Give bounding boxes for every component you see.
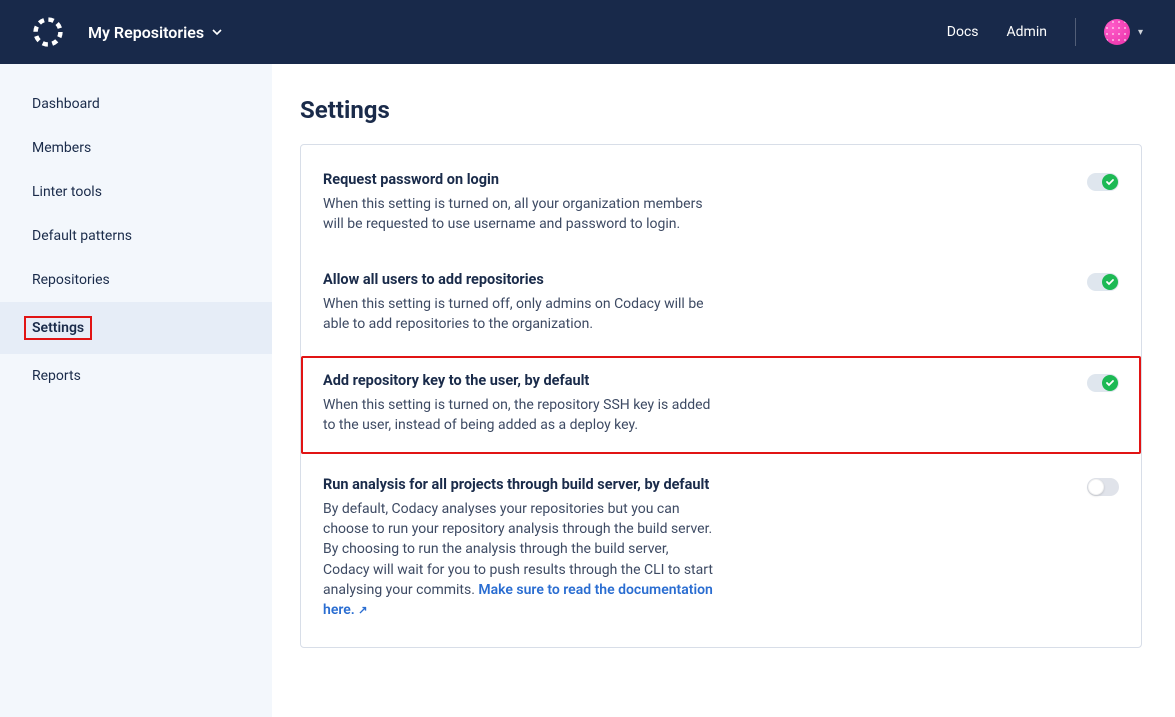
setting-body: Run analysis for all projects through bu…: [323, 476, 713, 621]
nav-docs-link[interactable]: Docs: [947, 24, 979, 40]
sidebar-item-repositories[interactable]: Repositories: [0, 258, 272, 302]
setting-description: When this setting is turned off, only ad…: [323, 294, 713, 335]
sidebar-item-members[interactable]: Members: [0, 126, 272, 170]
topbar-divider: [1075, 18, 1076, 46]
setting-allow-add-repos: Allow all users to add repositories When…: [301, 253, 1141, 353]
sidebar-item-label: Settings: [24, 316, 92, 340]
repo-switcher-label: My Repositories: [88, 23, 204, 42]
check-icon: [1105, 378, 1115, 388]
setting-build-server: Run analysis for all projects through bu…: [301, 458, 1141, 639]
setting-title: Request password on login: [323, 171, 713, 188]
page-title: Settings: [300, 96, 1147, 124]
nav-admin-link[interactable]: Admin: [1007, 24, 1047, 40]
setting-repo-key-highlighted: Add repository key to the user, by defau…: [301, 356, 1141, 454]
chevron-down-icon: ▾: [1138, 27, 1143, 38]
avatar-icon: [1104, 19, 1130, 45]
topbar-right: Docs Admin ▾: [947, 18, 1143, 46]
setting-title: Run analysis for all projects through bu…: [323, 476, 713, 493]
sidebar-item-linter-tools[interactable]: Linter tools: [0, 170, 272, 214]
sidebar-item-dashboard[interactable]: Dashboard: [0, 82, 272, 126]
toggle-knob: [1102, 375, 1118, 391]
external-link-icon: ↗: [358, 604, 367, 617]
user-menu[interactable]: ▾: [1104, 19, 1143, 45]
setting-title: Allow all users to add repositories: [323, 271, 713, 288]
setting-description: When this setting is turned on, the repo…: [323, 395, 713, 436]
toggle-build-server[interactable]: [1087, 478, 1119, 496]
sidebar-item-reports[interactable]: Reports: [0, 354, 272, 398]
setting-body: Allow all users to add repositories When…: [323, 271, 713, 335]
setting-body: Request password on login When this sett…: [323, 171, 713, 235]
toggle-knob: [1102, 174, 1118, 190]
toggle-allow-add-repos[interactable]: [1087, 273, 1119, 291]
check-icon: [1105, 277, 1115, 287]
setting-description: When this setting is turned on, all your…: [323, 194, 713, 235]
repo-switcher[interactable]: My Repositories: [88, 23, 222, 42]
toggle-request-password[interactable]: [1087, 173, 1119, 191]
toggle-knob: [1102, 274, 1118, 290]
main-content: Settings Request password on login When …: [272, 64, 1175, 717]
setting-body: Add repository key to the user, by defau…: [323, 372, 713, 436]
topbar-left: My Repositories: [32, 16, 222, 48]
settings-card: Request password on login When this sett…: [300, 144, 1142, 648]
layout: Dashboard Members Linter tools Default p…: [0, 64, 1175, 717]
setting-description: By default, Codacy analyses your reposit…: [323, 499, 713, 621]
sidebar-item-default-patterns[interactable]: Default patterns: [0, 214, 272, 258]
sidebar-item-settings[interactable]: Settings: [0, 302, 272, 354]
check-icon: [1105, 177, 1115, 187]
sidebar: Dashboard Members Linter tools Default p…: [0, 64, 272, 717]
toggle-knob: [1088, 479, 1104, 495]
toggle-repo-key[interactable]: [1087, 374, 1119, 392]
app-logo-icon: [32, 16, 64, 48]
setting-request-password: Request password on login When this sett…: [301, 153, 1141, 253]
setting-title: Add repository key to the user, by defau…: [323, 372, 713, 389]
topbar: My Repositories Docs Admin ▾: [0, 0, 1175, 64]
chevron-down-icon: [212, 27, 222, 37]
